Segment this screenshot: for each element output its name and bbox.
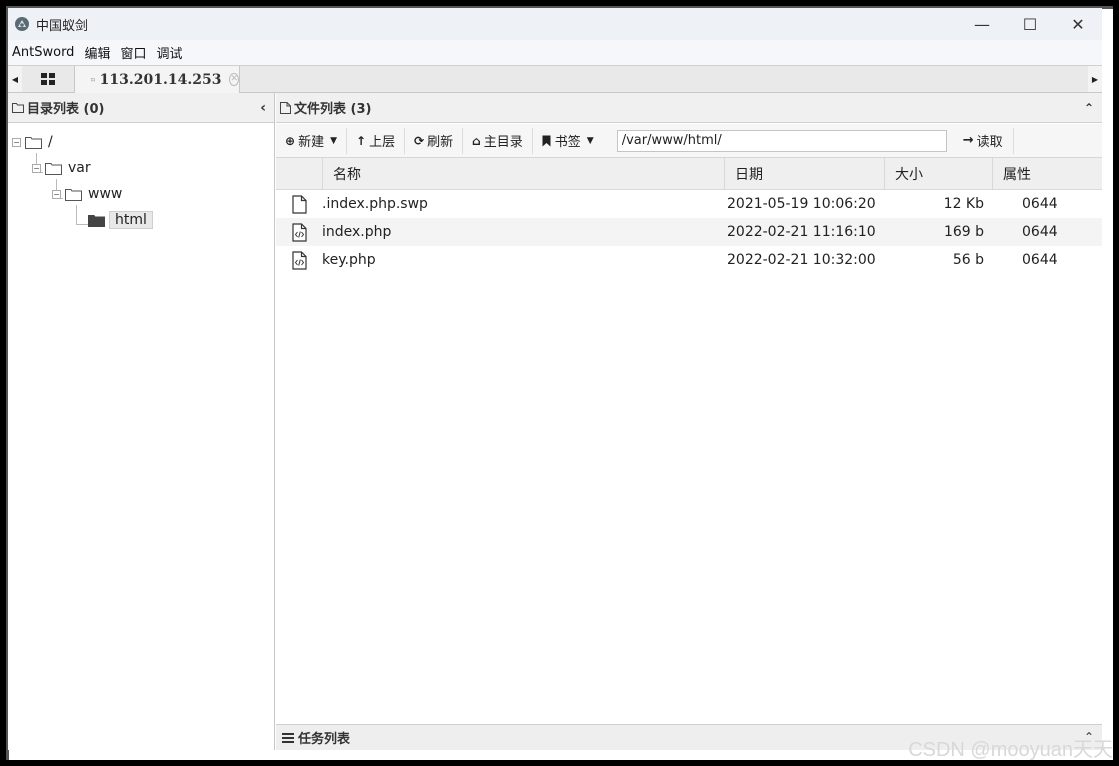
file-name: .index.php.swp <box>322 196 428 212</box>
new-button[interactable]: ⊕ 新建 ▼ <box>276 127 347 154</box>
file-date: 2021-05-19 10:06:20 <box>727 196 876 212</box>
app-window: 中国蚁剑 — ☐ ✕ AntSword 编辑 窗口 调试 ◀ 113.201.1… <box>8 8 1102 750</box>
bookmark-button[interactable]: 书签 ▼ <box>533 128 603 154</box>
new-button-label: 新建 <box>298 135 325 150</box>
menu-bar: AntSword 编辑 窗口 调试 <box>8 40 1102 65</box>
tree-node-www[interactable]: − www <box>52 183 122 205</box>
collapse-left-icon[interactable]: ‹ <box>260 100 266 116</box>
file-row[interactable]: key.php 2022-02-21 10:32:00 56 b 0644 <box>276 246 1102 274</box>
file-name: key.php <box>322 252 376 268</box>
tab-close-icon[interactable]: ✕ <box>229 73 239 86</box>
read-button-label: 读取 <box>976 135 1003 150</box>
collapse-node-icon[interactable]: − <box>32 163 41 173</box>
grid-icon <box>41 73 55 85</box>
bookmark-icon <box>542 135 551 146</box>
column-header-name[interactable]: 名称 <box>322 158 724 190</box>
tree-node-root[interactable]: − / <box>12 131 53 153</box>
home-button[interactable]: ⌂ 主目录 <box>463 127 533 154</box>
file-list: .index.php.swp 2021-05-19 10:06:20 12 Kb… <box>276 190 1102 274</box>
file-size: 12 Kb <box>943 196 984 212</box>
collapse-node-icon[interactable]: − <box>52 189 61 199</box>
folder-icon <box>25 136 42 149</box>
file-toolbar: ⊕ 新建 ▼ ↑ 上层 ⟳ 刷新 ⌂ 主目录 书签 ▼ /var/www/htm… <box>276 124 1102 158</box>
tree-node-html[interactable]: html <box>88 209 153 231</box>
file-grid-header: 名称 日期 大小 属性 <box>276 158 1102 190</box>
plus-circle-icon: ⊕ <box>285 133 296 148</box>
column-header-size[interactable]: 大小 <box>884 158 992 190</box>
tab-scroll-left-icon[interactable]: ◀ <box>8 66 22 92</box>
watermark: CSDN @mooyuan天天 <box>908 739 1113 761</box>
file-date: 2022-02-21 10:32:00 <box>727 252 876 268</box>
refresh-button-label: 刷新 <box>427 135 454 150</box>
column-header-attr[interactable]: 属性 <box>992 158 1102 190</box>
file-size: 169 b <box>943 224 984 240</box>
folder-icon <box>65 188 82 201</box>
menu-antsword[interactable]: AntSword <box>8 45 80 60</box>
bookmark-button-label: 书签 <box>554 135 581 150</box>
minimize-button[interactable]: — <box>958 8 1006 40</box>
file-attr: 0644 <box>1022 252 1058 268</box>
tree-node-label: / <box>48 134 53 150</box>
tab-home[interactable] <box>22 66 74 92</box>
path-input[interactable] <box>616 129 947 152</box>
tree-node-label-selected: html <box>109 211 153 229</box>
tab-label: 113.201.14.253 <box>99 71 222 88</box>
code-file-icon <box>291 222 307 242</box>
file-date: 2022-02-21 11:16:10 <box>727 224 876 240</box>
file-icon <box>280 101 291 114</box>
code-file-icon <box>291 250 307 270</box>
up-button[interactable]: ↑ 上层 <box>347 127 406 154</box>
tree-connector <box>76 224 88 225</box>
folder-icon <box>91 78 95 82</box>
file-row[interactable]: index.php 2022-02-21 11:16:10 169 b 0644 <box>276 218 1102 246</box>
column-header-icon <box>276 158 322 190</box>
file-panel-header: 文件列表 (3) ⌃ <box>276 93 1102 123</box>
file-attr: 0644 <box>1022 196 1058 212</box>
file-panel: 文件列表 (3) ⌃ ⊕ 新建 ▼ ↑ 上层 ⟳ 刷新 ⌂ 主目录 书签 ▼ /… <box>276 93 1102 750</box>
arrow-right-icon: → <box>962 133 974 148</box>
maximize-button[interactable]: ☐ <box>1006 8 1054 40</box>
close-button[interactable]: ✕ <box>1054 8 1102 40</box>
refresh-button[interactable]: ⟳ 刷新 <box>405 127 464 154</box>
file-attr: 0644 <box>1022 224 1058 240</box>
collapse-node-icon[interactable]: − <box>12 137 21 147</box>
directory-panel: 目录列表 (0) ‹ − / − var − www html <box>8 93 275 750</box>
home-button-label: 主目录 <box>483 135 523 150</box>
tab-shell-connection[interactable]: 113.201.14.253 ✕ <box>74 66 240 93</box>
arrow-up-icon: ↑ <box>356 133 367 148</box>
directory-panel-header: 目录列表 (0) ‹ <box>8 93 274 123</box>
window-title: 中国蚁剑 <box>36 18 89 34</box>
folder-filled-icon <box>88 214 105 227</box>
file-panel-title: 文件列表 (3) <box>294 102 372 117</box>
tab-scroll-right-icon[interactable]: ▶ <box>1088 66 1102 92</box>
directory-panel-title: 目录列表 (0) <box>27 102 105 117</box>
folder-icon <box>12 103 24 113</box>
file-icon <box>291 194 307 214</box>
home-icon: ⌂ <box>472 133 481 148</box>
tree-connector <box>76 205 77 224</box>
tab-strip: ◀ 113.201.14.253 ✕ ▶ <box>8 65 1102 93</box>
up-button-label: 上层 <box>369 135 396 150</box>
caret-down-icon: ▼ <box>586 135 594 146</box>
tree-node-var[interactable]: − var <box>32 157 91 179</box>
file-name: index.php <box>322 224 392 240</box>
caret-down-icon: ▼ <box>330 135 337 146</box>
title-bar: 中国蚁剑 — ☐ ✕ <box>8 8 1102 40</box>
read-button[interactable]: → 读取 <box>953 127 1014 154</box>
window-controls: — ☐ ✕ <box>958 8 1102 40</box>
column-header-date[interactable]: 日期 <box>724 158 884 190</box>
collapse-up-icon[interactable]: ⌃ <box>1084 101 1094 115</box>
tree-node-label: var <box>68 160 91 176</box>
menu-edit[interactable]: 编辑 <box>80 43 116 62</box>
menu-debug[interactable]: 调试 <box>152 43 188 62</box>
file-size: 56 b <box>952 252 984 268</box>
menu-window[interactable]: 窗口 <box>116 43 152 62</box>
tree-node-label: www <box>88 186 123 202</box>
antsword-logo-icon <box>15 17 29 31</box>
refresh-icon: ⟳ <box>414 133 425 148</box>
file-row[interactable]: .index.php.swp 2021-05-19 10:06:20 12 Kb… <box>276 190 1102 218</box>
list-icon <box>282 732 294 743</box>
folder-icon <box>45 162 62 175</box>
task-panel-title: 任务列表 <box>298 732 351 747</box>
